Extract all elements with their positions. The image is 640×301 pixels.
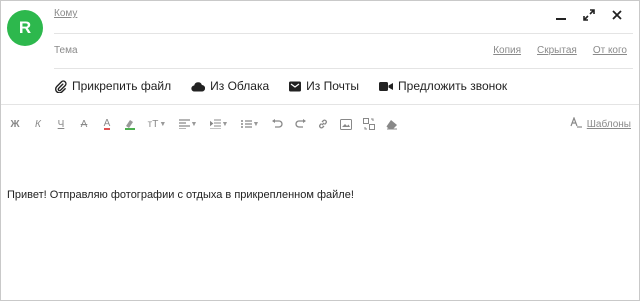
italic-glyph: К bbox=[35, 118, 41, 130]
cc-link[interactable]: Копия bbox=[493, 45, 521, 56]
chevron-down-icon: ▼ bbox=[252, 120, 260, 128]
envelope-icon bbox=[289, 81, 302, 92]
chevron-down-icon: ▼ bbox=[221, 120, 229, 128]
undo-icon[interactable] bbox=[267, 116, 287, 132]
image-icon[interactable] bbox=[336, 116, 356, 132]
underline-glyph: Ч bbox=[57, 118, 65, 130]
from-cloud-button[interactable]: Из Облака bbox=[191, 79, 269, 93]
attach-row: Прикрепить файл Из Облака Из Почты Предл… bbox=[54, 79, 507, 93]
close-icon[interactable] bbox=[609, 7, 625, 23]
clear-format-icon[interactable] bbox=[382, 116, 402, 132]
attach-file-label: Прикрепить файл bbox=[72, 79, 172, 93]
template-icon bbox=[570, 116, 582, 131]
italic-button[interactable]: К bbox=[28, 116, 48, 132]
chevron-down-icon: ▼ bbox=[190, 120, 198, 128]
numbered-list-icon bbox=[240, 120, 252, 128]
to-field-divider bbox=[54, 33, 633, 34]
from-link[interactable]: От кого bbox=[593, 45, 627, 56]
indent-icon bbox=[209, 119, 221, 129]
avatar: R bbox=[7, 10, 43, 46]
align-dropdown[interactable]: ▼ bbox=[174, 116, 202, 132]
window-controls bbox=[553, 7, 625, 23]
recipient-options: Копия Скрытая От кого bbox=[493, 45, 627, 56]
to-field-label[interactable]: Кому bbox=[54, 8, 77, 19]
strikethrough-button[interactable]: А bbox=[74, 116, 94, 132]
cloud-icon bbox=[191, 81, 206, 92]
minimize-icon[interactable] bbox=[553, 7, 569, 23]
from-mail-label: Из Почты bbox=[306, 79, 360, 93]
underline-button[interactable]: Ч bbox=[51, 116, 71, 132]
strike-glyph: А bbox=[80, 118, 88, 130]
font-size-dropdown[interactable]: тТ ▼ bbox=[143, 116, 171, 132]
video-camera-icon bbox=[379, 81, 394, 92]
list-dropdown[interactable]: ▼ bbox=[236, 116, 264, 132]
subject-field-label[interactable]: Тема bbox=[54, 45, 78, 56]
replace-image-icon[interactable] bbox=[359, 116, 379, 132]
bcc-link[interactable]: Скрытая bbox=[537, 45, 577, 56]
toolbar-divider bbox=[1, 104, 639, 105]
paperclip-icon bbox=[54, 79, 67, 93]
compose-window: R Кому Тема Копия Скрытая От кого Прикре… bbox=[0, 0, 640, 301]
align-left-icon bbox=[178, 119, 190, 129]
expand-icon[interactable] bbox=[581, 7, 597, 23]
formatting-toolbar: Ж К Ч А А тТ ▼ ▼ ▼ ▼ bbox=[5, 116, 405, 132]
suggest-call-button[interactable]: Предложить звонок bbox=[379, 79, 507, 93]
from-mail-button[interactable]: Из Почты bbox=[289, 79, 359, 93]
text-color-glyph: А bbox=[103, 117, 111, 130]
indent-dropdown[interactable]: ▼ bbox=[205, 116, 233, 132]
bold-button[interactable]: Ж bbox=[5, 116, 25, 132]
attach-file-button[interactable]: Прикрепить файл bbox=[54, 79, 171, 93]
chevron-down-icon: ▼ bbox=[159, 120, 167, 128]
font-size-glyph: тТ bbox=[147, 118, 159, 130]
text-color-button[interactable]: А bbox=[97, 116, 117, 132]
templates-label: Шаблоны bbox=[586, 118, 631, 130]
highlight-icon[interactable] bbox=[120, 116, 140, 132]
redo-icon[interactable] bbox=[290, 116, 310, 132]
templates-button[interactable]: Шаблоны bbox=[570, 116, 631, 131]
from-cloud-label: Из Облака bbox=[210, 79, 270, 93]
subject-field-divider bbox=[54, 68, 633, 69]
message-body[interactable]: Привет! Отправляю фотографии с отдыха в … bbox=[7, 189, 354, 201]
bold-glyph: Ж bbox=[10, 118, 20, 130]
suggest-call-label: Предложить звонок bbox=[398, 79, 508, 93]
link-icon[interactable] bbox=[313, 116, 333, 132]
